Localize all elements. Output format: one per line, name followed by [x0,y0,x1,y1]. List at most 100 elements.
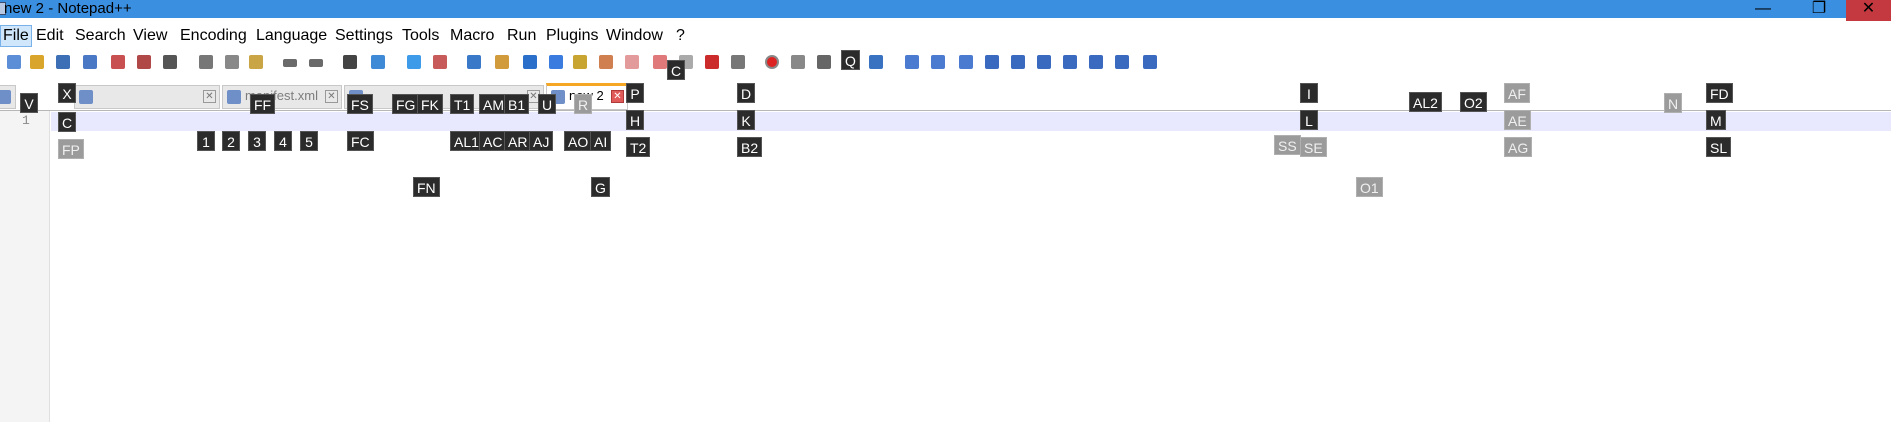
menu-window[interactable]: Window [606,26,663,46]
hint-badge[interactable]: AF [1504,83,1530,103]
undo-button[interactable] [280,52,300,72]
stop-macro-button[interactable] [788,52,808,72]
hint-badge[interactable]: SL [1706,137,1732,157]
hint-badge[interactable]: K [737,110,755,130]
tab-partial[interactable] [0,85,16,109]
hint-badge[interactable]: I [1300,83,1318,103]
hint-badge[interactable]: B2 [737,137,763,157]
hint-badge[interactable]: SS [1274,135,1301,155]
hint-badge[interactable]: P [626,83,644,103]
hint-badge[interactable]: D [737,83,756,103]
hint-badge[interactable]: 3 [248,131,266,151]
hint-badge[interactable]: FD [1706,83,1733,103]
save-all-button[interactable] [80,52,100,72]
menu-plugins[interactable]: Plugins [546,26,598,46]
hint-badge[interactable]: FS [347,94,373,114]
menu-settings[interactable]: Settings [335,26,393,46]
indent-guide-button[interactable] [570,52,590,72]
hint-badge[interactable]: 2 [222,131,240,151]
tab-blurred[interactable]: ✕ [74,85,220,109]
compare-button[interactable] [956,52,976,72]
print-button[interactable] [160,52,180,72]
tab-close-icon[interactable]: ✕ [325,90,338,103]
hint-badge[interactable]: FC [347,131,374,151]
hint-badge[interactable]: AG [1504,137,1533,157]
sync-vertical-button[interactable] [464,52,484,72]
hint-badge[interactable]: FG [392,94,420,114]
hint-badge[interactable]: AC [479,131,507,151]
hint-badge[interactable]: AI [590,131,612,151]
hint-badge[interactable]: AR [504,131,532,151]
hint-badge[interactable]: T1 [450,94,475,114]
minimize-button[interactable]: — [1735,0,1791,21]
hint-badge[interactable]: FN [413,177,440,197]
hint-badge[interactable]: B1 [504,94,530,114]
hint-badge[interactable]: C [58,112,77,132]
hint-badge[interactable]: Q [841,50,860,70]
function-list-button[interactable] [622,52,642,72]
menu-encoding[interactable]: Encoding [180,26,247,46]
hint-badge[interactable]: T2 [626,137,651,157]
tab-close-icon[interactable]: ✕ [203,90,216,103]
save-button[interactable] [53,52,73,72]
first-diff-button[interactable] [1034,52,1054,72]
paste-button[interactable] [246,52,266,72]
sync-horizontal-button[interactable] [492,52,512,72]
maximize-button[interactable]: ❐ [1791,0,1847,21]
hint-badge[interactable]: SE [1300,137,1327,157]
cut-button[interactable] [196,52,216,72]
play-macro-button[interactable] [814,52,834,72]
close-button[interactable] [108,52,128,72]
redo-button[interactable] [306,52,326,72]
next-diff-button[interactable] [1086,52,1106,72]
hint-badge[interactable]: AJ [529,131,554,151]
menu-language[interactable]: Language [256,26,327,46]
open-file-button[interactable] [27,52,47,72]
compare-next-button[interactable] [982,52,1002,72]
menu-file[interactable]: File [0,25,32,47]
save-macro-button[interactable] [866,52,886,72]
hint-badge[interactable]: G [591,177,610,197]
hint-badge[interactable]: AL1 [450,131,483,151]
hint-badge[interactable]: FK [417,94,443,114]
doc-map-button[interactable] [596,52,616,72]
hint-badge[interactable]: 5 [300,131,318,151]
hint-badge[interactable]: 4 [274,131,292,151]
menu-search[interactable]: Search [75,26,126,46]
hint-badge[interactable]: FF [250,94,276,114]
menu-view[interactable]: View [133,26,167,46]
find-button[interactable] [340,52,360,72]
hint-badge[interactable]: N [1664,93,1683,113]
hint-badge[interactable]: 1 [197,131,215,151]
hint-badge[interactable]: AO [564,131,593,151]
editor-text-area[interactable] [51,111,1891,422]
replace-button[interactable] [368,52,388,72]
compare-prev-button[interactable] [1008,52,1028,72]
zoom-in-button[interactable] [404,52,424,72]
hint-badge[interactable]: V [20,93,38,113]
show-all-chars-button[interactable] [546,52,566,72]
new-file-button[interactable] [4,52,24,72]
show-doc-button[interactable] [928,52,948,72]
hint-badge[interactable]: M [1706,110,1726,130]
hint-badge[interactable]: FP [58,139,84,159]
copy-button[interactable] [222,52,242,72]
close-all-button[interactable] [134,52,154,72]
last-diff-button[interactable] [1112,52,1132,72]
hint-badge[interactable]: C [667,60,686,80]
record-macro-button[interactable] [762,52,782,72]
folder-button[interactable] [702,52,722,72]
menu-help[interactable]: ? [676,26,685,46]
run-button[interactable] [902,52,922,72]
hint-badge[interactable]: O1 [1356,177,1383,197]
menu-tools[interactable]: Tools [402,26,439,46]
menu-edit[interactable]: Edit [36,26,64,46]
hint-badge[interactable]: U [538,94,557,114]
tab-close-icon[interactable]: ✕ [611,90,624,103]
zoom-out-button[interactable] [430,52,450,72]
hint-badge[interactable]: H [626,110,645,130]
hint-badge[interactable]: O2 [1460,92,1487,112]
menu-run[interactable]: Run [507,26,536,46]
hint-badge[interactable]: R [574,94,593,114]
hint-badge[interactable]: L [1300,110,1318,130]
